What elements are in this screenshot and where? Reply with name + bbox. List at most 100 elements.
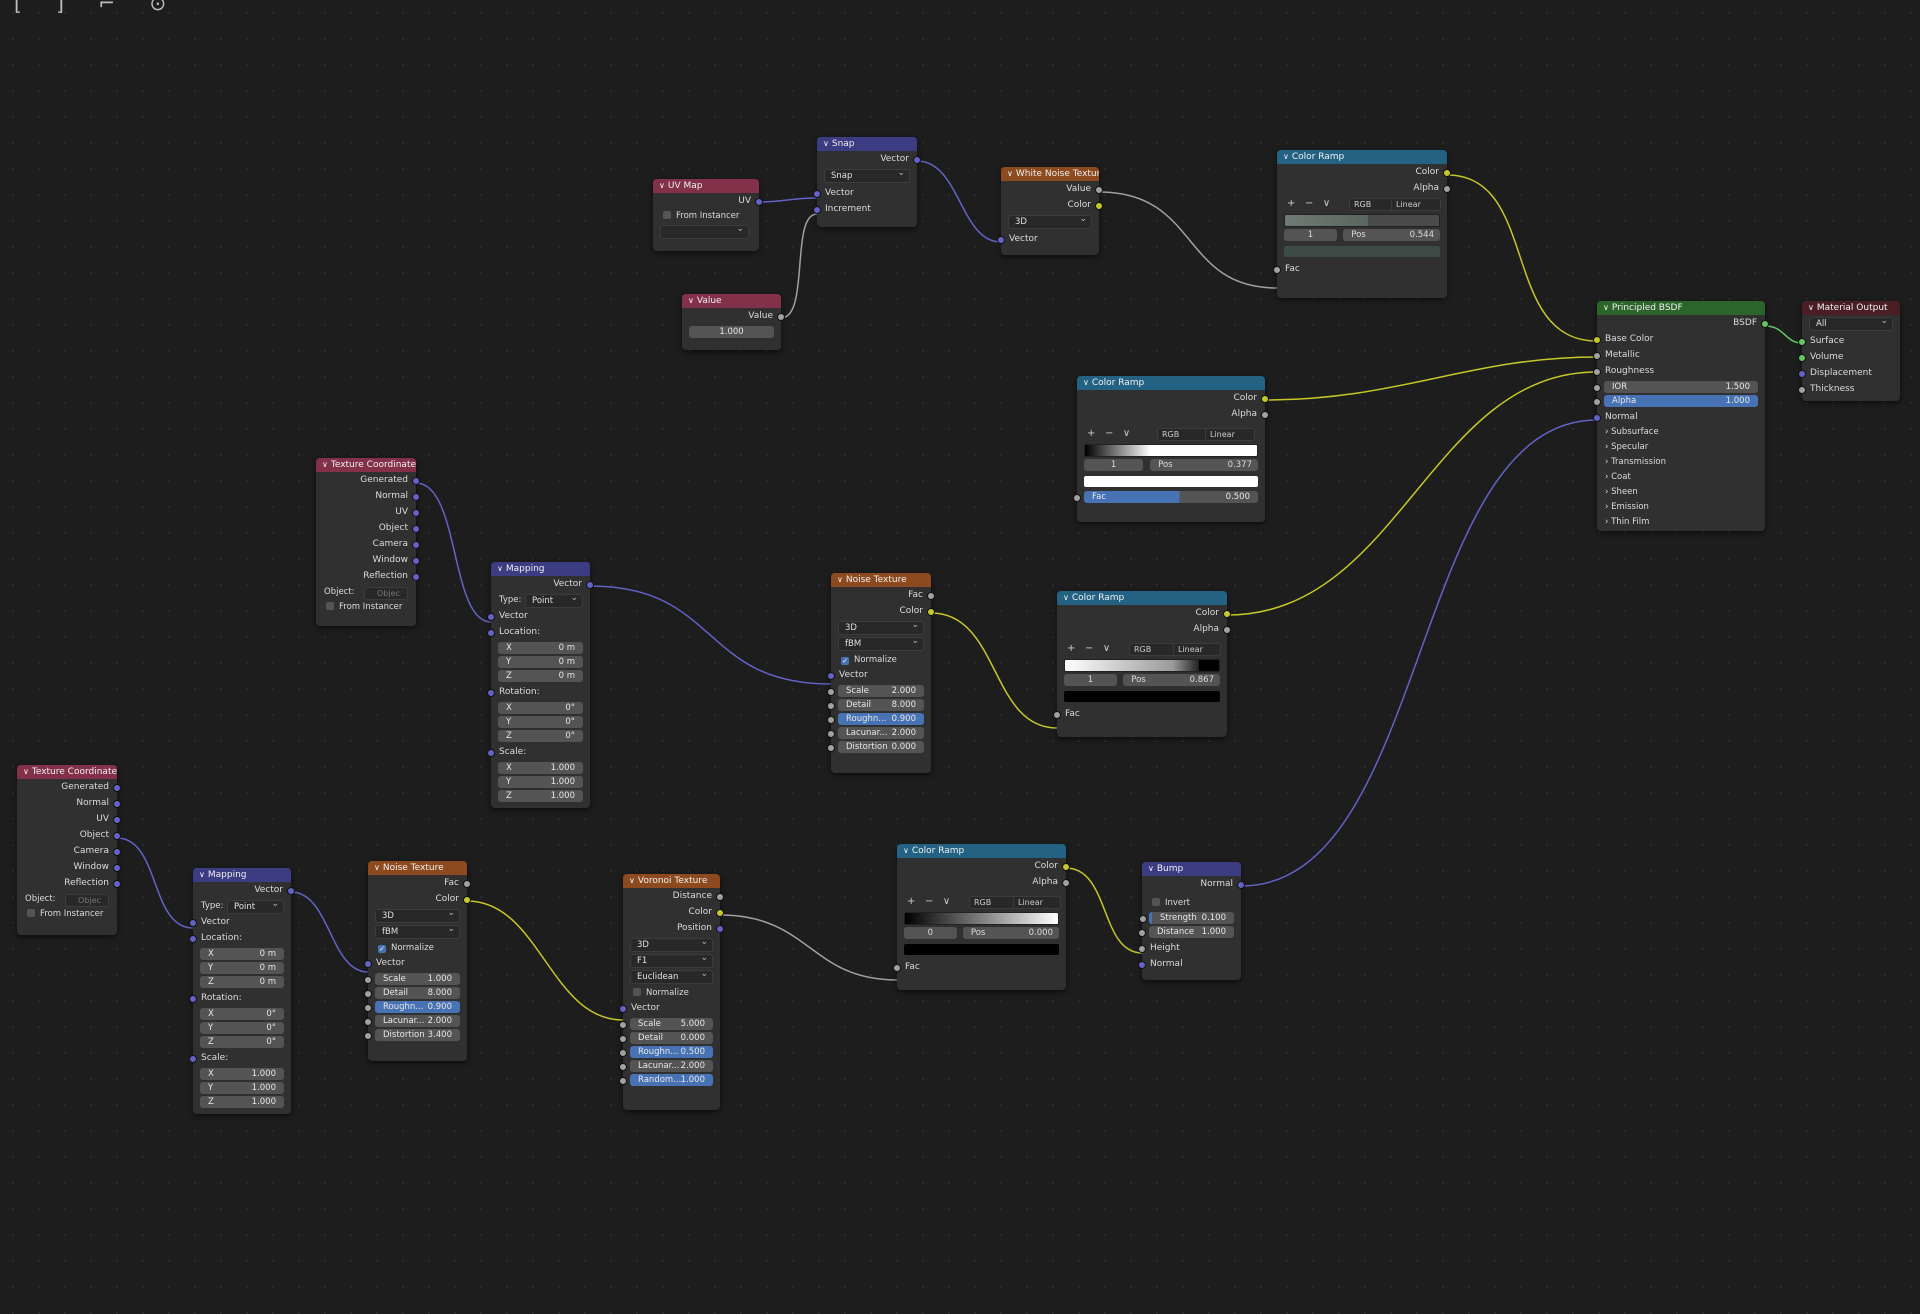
vector-socket[interactable] — [913, 156, 921, 164]
color-ramp-node-3[interactable]: ∨ Color Ramp Color Alpha + − ∨ RGB Linear… — [1053, 591, 1231, 737]
noise-texture-header[interactable]: ∨ Noise Texture — [368, 861, 467, 875]
vector-socket[interactable] — [189, 919, 197, 927]
stop-color-swatch[interactable] — [1084, 476, 1258, 487]
increment-socket[interactable] — [813, 206, 821, 214]
uv-socket[interactable] — [412, 509, 420, 517]
color-ramp-node-2[interactable]: ∨ Color Ramp Color Alpha + − ∨ RGB Linear… — [1073, 376, 1269, 522]
material-output-header[interactable]: ∨ Material Output — [1802, 301, 1900, 315]
interpolation-select[interactable]: Linear — [1013, 896, 1061, 909]
vector-socket[interactable] — [619, 1005, 627, 1013]
collapse-icon[interactable]: ∨ — [374, 863, 380, 872]
color-ramp-header[interactable]: ∨ Color Ramp — [1057, 591, 1227, 605]
scale-field[interactable]: Scale 1.000 — [364, 973, 460, 985]
collapse-icon[interactable]: ∨ — [1148, 864, 1154, 873]
vector-socket[interactable] — [287, 887, 295, 895]
alpha-socket[interactable] — [1062, 879, 1070, 887]
panel-sheen[interactable]: › Sheen — [1597, 485, 1765, 500]
color-mode-select[interactable]: RGB — [1349, 198, 1395, 211]
stop-color-swatch[interactable] — [1284, 246, 1440, 257]
remove-stop-button[interactable]: − — [1105, 428, 1113, 439]
object-picker[interactable]: Objec — [65, 894, 109, 907]
fac-socket[interactable] — [1273, 266, 1281, 274]
chevron-down-icon[interactable]: ∨ — [1323, 198, 1330, 209]
color-mode-select[interactable]: RGB — [969, 896, 1015, 909]
checkbox-icon[interactable] — [1152, 898, 1160, 906]
roughness-field[interactable]: Roughn... 0.900 — [827, 713, 924, 725]
remove-stop-button[interactable]: − — [1085, 643, 1093, 654]
mapping-header[interactable]: ∨ Mapping — [491, 562, 590, 576]
stop-position-field[interactable]: Pos 0.000 — [962, 927, 1059, 939]
stop-index-field[interactable]: 1 — [1284, 229, 1338, 241]
collapse-icon[interactable]: ∨ — [837, 575, 843, 584]
interpolation-select[interactable]: Linear — [1173, 643, 1221, 656]
alpha-field[interactable]: Alpha 1.000 — [1593, 395, 1758, 407]
target-select[interactable]: All — [1809, 315, 1893, 331]
fac-socket[interactable] — [1053, 711, 1061, 719]
scale-x-field[interactable]: X 1.000 — [498, 762, 583, 774]
noise-type-select[interactable]: fBM — [375, 923, 460, 939]
interpolation-select[interactable]: Linear — [1391, 198, 1441, 211]
detail-field[interactable]: Detail 8.000 — [827, 699, 924, 711]
vector-socket[interactable] — [827, 672, 835, 680]
collapse-icon[interactable]: ∨ — [688, 296, 694, 305]
collapse-icon[interactable]: ∨ — [199, 870, 205, 879]
value-socket[interactable] — [1095, 186, 1103, 194]
mapping-node-2[interactable]: ∨Mapping Vector Type:Point Vector Locati… — [189, 868, 295, 1114]
rotation-socket[interactable] — [189, 995, 197, 1003]
add-stop-button[interactable]: + — [1287, 198, 1295, 209]
feature-select[interactable]: F1 — [630, 952, 713, 968]
stop-position-field[interactable]: Pos 0.867 — [1123, 674, 1220, 686]
stop-index-field[interactable]: 0 — [904, 927, 957, 939]
mapping-type-select[interactable]: Point — [227, 898, 284, 914]
texture-coordinate-header[interactable]: ∨ Texture Coordinate — [316, 458, 416, 472]
lacunarity-socket[interactable] — [827, 730, 835, 738]
color-ramp-header[interactable]: ∨ Color Ramp — [1277, 150, 1447, 164]
generated-socket[interactable] — [412, 477, 420, 485]
rotation-z-field[interactable]: Z 0° — [200, 1036, 284, 1048]
distortion-socket[interactable] — [364, 1032, 372, 1040]
color-mode-select[interactable]: RGB — [1157, 428, 1207, 441]
distance-field[interactable]: Distance 1.000 — [1138, 926, 1234, 938]
normalize-checkbox[interactable]: Normalize — [623, 986, 720, 1000]
panel-subsurface[interactable]: › Subsurface — [1597, 425, 1765, 440]
thickness-socket[interactable] — [1798, 386, 1806, 394]
scale-y-field[interactable]: Y 1.000 — [200, 1082, 284, 1094]
stop-index-field[interactable]: 1 — [1084, 459, 1144, 471]
ior-field[interactable]: IOR 1.500 — [1593, 381, 1758, 393]
from-instancer-checkbox[interactable]: From Instancer — [316, 600, 416, 614]
scale-y-field[interactable]: Y 1.000 — [498, 776, 583, 788]
color-socket[interactable] — [463, 896, 471, 904]
scale-z-field[interactable]: Z 1.000 — [498, 790, 583, 802]
distance-metric-select[interactable]: Euclidean — [630, 968, 713, 984]
roughness-socket[interactable] — [827, 716, 835, 724]
lacunarity-field[interactable]: Lacunar... 2.000 — [827, 727, 924, 739]
lacunarity-field[interactable]: Lacunar... 2.000 — [619, 1060, 713, 1072]
stop-position-field[interactable]: Pos 0.544 — [1343, 229, 1440, 241]
volume-socket[interactable] — [1798, 354, 1806, 362]
roughness-field[interactable]: Roughn... 0.500 — [619, 1046, 713, 1058]
detail-field[interactable]: Detail 8.000 — [364, 987, 460, 999]
stop-color-swatch[interactable] — [1064, 691, 1220, 702]
chevron-down-icon[interactable]: ∨ — [943, 896, 950, 907]
normal-socket[interactable] — [113, 800, 121, 808]
roughness-socket[interactable] — [619, 1049, 627, 1057]
mapping-header[interactable]: ∨ Mapping — [193, 868, 291, 882]
texture-coordinate-node-1[interactable]: ∨ Texture Coordinate Generated Normal UV … — [316, 458, 420, 626]
location-x-field[interactable]: X 0 m — [498, 642, 583, 654]
randomness-field[interactable]: Random... 1.000 — [619, 1074, 713, 1086]
chevron-down-icon[interactable]: ∨ — [1103, 643, 1110, 654]
strength-field[interactable]: Strength 0.100 — [1139, 912, 1234, 924]
dimensions-select[interactable]: 3D — [630, 936, 713, 952]
principled-bsdf-node[interactable]: ∨ Principled BSDF BSDF Base Color Metalli… — [1593, 301, 1769, 531]
vector-socket[interactable] — [586, 581, 594, 589]
panel-emission[interactable]: › Emission — [1597, 500, 1765, 515]
collapse-icon[interactable]: ∨ — [659, 181, 665, 190]
dimensions-select[interactable]: 3D — [375, 907, 460, 923]
rotation-socket[interactable] — [487, 689, 495, 697]
scale-socket[interactable] — [827, 688, 835, 696]
color-socket[interactable] — [716, 909, 724, 917]
panel-transmission[interactable]: › Transmission — [1597, 455, 1765, 470]
texture-coordinate-header[interactable]: ∨ Texture Coordinate — [17, 765, 117, 779]
uv-socket[interactable] — [755, 198, 763, 206]
normal-socket[interactable] — [412, 493, 420, 501]
